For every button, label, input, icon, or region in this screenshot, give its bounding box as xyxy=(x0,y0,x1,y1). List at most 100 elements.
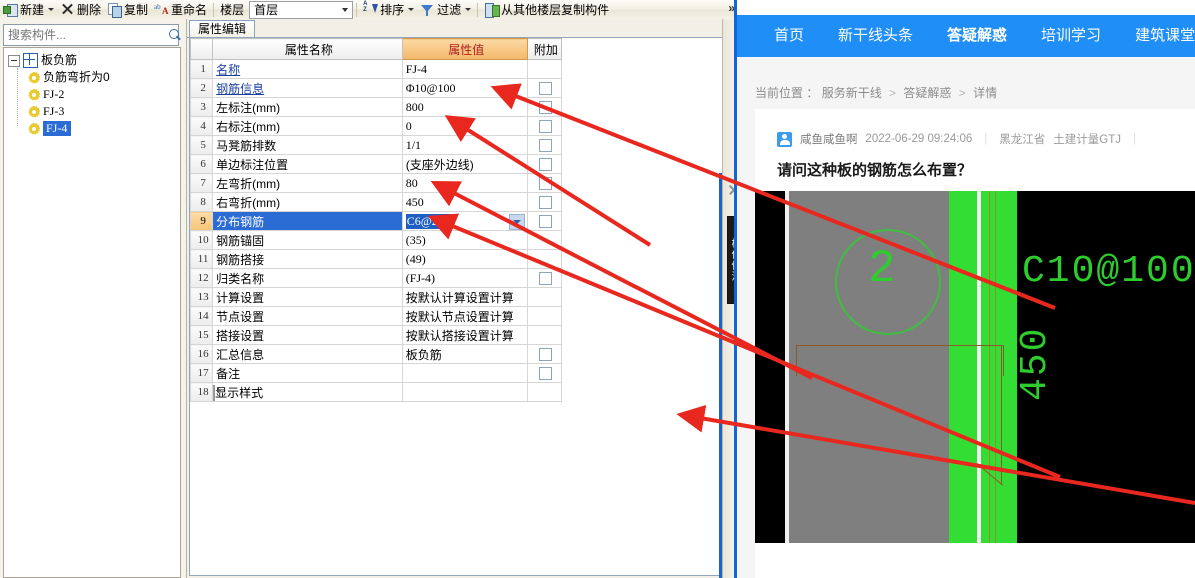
property-value-cell[interactable]: (35) xyxy=(401,230,528,250)
property-value-cell[interactable]: 0 xyxy=(401,116,528,136)
property-value-cell[interactable]: 按默认计算设置计算 xyxy=(401,287,528,307)
table-row[interactable]: 4 右标注(mm) 0 xyxy=(190,116,563,136)
property-value-cell[interactable]: 80 xyxy=(401,173,528,193)
property-value-cell[interactable]: (FJ-4) xyxy=(401,268,528,288)
rename-button[interactable]: 重命名 xyxy=(151,1,210,19)
property-value-cell[interactable]: 450 xyxy=(401,192,528,212)
attach-cell[interactable] xyxy=(526,268,563,288)
property-name-cell[interactable]: 左弯折(mm) xyxy=(212,173,403,193)
filter-dropdown-caret-icon[interactable] xyxy=(465,8,472,11)
property-value-cell[interactable]: 按默认搭接设置计算 xyxy=(401,325,528,345)
attach-cell[interactable] xyxy=(526,154,563,174)
property-name-cell[interactable]: 钢筋搭接 xyxy=(212,249,403,269)
property-name-cell[interactable]: 分布钢筋 xyxy=(212,211,403,231)
attach-checkbox[interactable] xyxy=(539,82,553,96)
property-name-cell[interactable]: 右弯折(mm) xyxy=(212,192,403,212)
attach-checkbox[interactable] xyxy=(539,158,553,172)
attach-cell[interactable] xyxy=(526,78,563,98)
attach-cell[interactable] xyxy=(526,173,563,193)
search-box[interactable] xyxy=(3,24,179,46)
property-value-cell[interactable]: (49) xyxy=(401,249,528,269)
attach-checkbox[interactable] xyxy=(539,367,553,381)
property-name-cell[interactable]: 汇总信息 xyxy=(212,344,403,364)
property-name-cell[interactable]: 钢筋信息 xyxy=(212,78,403,98)
nav-item-home[interactable]: 首页 xyxy=(757,15,821,57)
property-name-cell[interactable]: 节点设置 xyxy=(212,306,403,326)
attach-checkbox[interactable] xyxy=(539,348,553,362)
cad-screenshot-image[interactable]: 2 C10@100 450 xyxy=(755,191,1195,543)
table-row[interactable]: 12 归类名称 (FJ-4) xyxy=(190,268,563,288)
breadcrumb-item-0[interactable]: 服务新干线 xyxy=(822,86,882,100)
property-value-cell[interactable]: C6@250 xyxy=(401,211,528,231)
table-row[interactable]: 6 单边标注位置 (支座外边线) xyxy=(190,154,563,174)
property-name-cell[interactable]: 归类名称 xyxy=(212,268,403,288)
property-name-cell[interactable]: 搭接设置 xyxy=(212,325,403,345)
nav-item-classroom[interactable]: 建筑课堂 xyxy=(1118,15,1195,57)
tree-node-item-1[interactable]: FJ-2 xyxy=(4,86,180,103)
avatar[interactable] xyxy=(777,131,792,147)
copy-from-floor-button[interactable]: 从其他楼层复制构件 xyxy=(481,1,612,19)
tree-node-item-0[interactable]: 负筋弯折为0 xyxy=(4,69,180,86)
table-row[interactable]: 5 马凳筋排数 1/1 xyxy=(190,135,563,155)
search-input[interactable] xyxy=(4,27,165,43)
table-row[interactable]: 14 节点设置 按默认节点设置计算 xyxy=(190,306,563,326)
tree-node-item-3[interactable]: FJ-4 xyxy=(4,120,180,137)
attach-cell[interactable] xyxy=(526,135,563,155)
attach-cell[interactable] xyxy=(526,211,563,231)
property-value-editor[interactable]: C6@250 xyxy=(405,213,451,229)
post-author[interactable]: 咸鱼咸鱼啊 xyxy=(800,131,858,147)
nav-item-headlines[interactable]: 新干线头条 xyxy=(821,15,930,57)
table-row[interactable]: 8 右弯折(mm) 450 xyxy=(190,192,563,212)
search-icon[interactable] xyxy=(165,26,185,44)
table-row[interactable]: 2 钢筋信息 Φ10@100 xyxy=(190,78,563,98)
tree-node-root[interactable]: 板负筋 xyxy=(4,52,180,69)
property-name-cell[interactable]: 马凳筋排数 xyxy=(212,135,403,155)
property-name-cell[interactable]: 左标注(mm) xyxy=(212,97,403,117)
table-row[interactable]: 9 分布钢筋 C6@250 xyxy=(190,211,563,231)
table-row[interactable]: 13 计算设置 按默认计算设置计算 xyxy=(190,287,563,307)
attach-cell[interactable] xyxy=(526,97,563,117)
table-row[interactable]: 1 名称 FJ-4 xyxy=(190,59,563,79)
attach-checkbox[interactable] xyxy=(539,101,553,115)
property-name-cell[interactable]: 名称 xyxy=(212,59,403,79)
table-row-group[interactable]: 18 显示样式 xyxy=(190,382,563,402)
expand-group-icon[interactable] xyxy=(213,384,216,401)
property-value-cell[interactable]: (支座外边线) xyxy=(401,154,528,174)
attach-cell[interactable] xyxy=(526,192,563,212)
property-name-cell[interactable]: 单边标注位置 xyxy=(212,154,403,174)
collapse-expander-icon[interactable] xyxy=(8,54,20,67)
attach-checkbox[interactable] xyxy=(539,272,553,286)
nav-item-qa[interactable]: 答疑解惑 xyxy=(930,15,1024,57)
property-name-cell[interactable]: 右标注(mm) xyxy=(212,116,403,136)
attach-cell[interactable] xyxy=(526,363,563,383)
copy-button[interactable]: 复制 xyxy=(104,1,151,19)
attach-cell[interactable] xyxy=(526,116,563,136)
attach-checkbox[interactable] xyxy=(539,177,553,191)
filter-button[interactable]: 过滤 xyxy=(417,1,474,19)
value-dropdown-button[interactable] xyxy=(508,214,525,230)
property-name-cell[interactable]: 钢筋锚固 xyxy=(212,230,403,250)
attach-checkbox[interactable] xyxy=(539,139,553,153)
property-value-cell[interactable]: 板负筋 xyxy=(401,344,528,364)
property-name-cell[interactable]: 备注 xyxy=(212,363,403,383)
table-row[interactable]: 10 钢筋锚固 (35) xyxy=(190,230,563,250)
sort-dropdown-caret-icon[interactable] xyxy=(408,8,415,11)
attach-checkbox[interactable] xyxy=(539,215,553,229)
property-value-cell[interactable]: FJ-4 xyxy=(401,59,528,79)
attach-cell[interactable] xyxy=(526,344,563,364)
display-style-group[interactable]: 显示样式 xyxy=(213,384,402,401)
new-button[interactable]: 新建 xyxy=(0,1,57,19)
display-style-group-cell[interactable]: 显示样式 xyxy=(212,382,403,402)
attach-checkbox[interactable] xyxy=(539,120,553,134)
new-dropdown-caret-icon[interactable] xyxy=(48,8,55,11)
attach-checkbox[interactable] xyxy=(539,196,553,210)
tree-node-item-2[interactable]: FJ-3 xyxy=(4,103,180,120)
breadcrumb-item-1[interactable]: 答疑解惑 xyxy=(903,86,951,100)
table-row[interactable]: 11 钢筋搭接 (49) xyxy=(190,249,563,269)
property-value-cell[interactable]: 1/1 xyxy=(401,135,528,155)
property-value-cell[interactable]: 按默认节点设置计算 xyxy=(401,306,528,326)
floor-select[interactable]: 首层 xyxy=(249,0,354,19)
table-row[interactable]: 16 汇总信息 板负筋 xyxy=(190,344,563,364)
delete-button[interactable]: 删除 xyxy=(57,1,104,19)
property-value-cell[interactable]: Φ10@100 xyxy=(401,78,528,98)
